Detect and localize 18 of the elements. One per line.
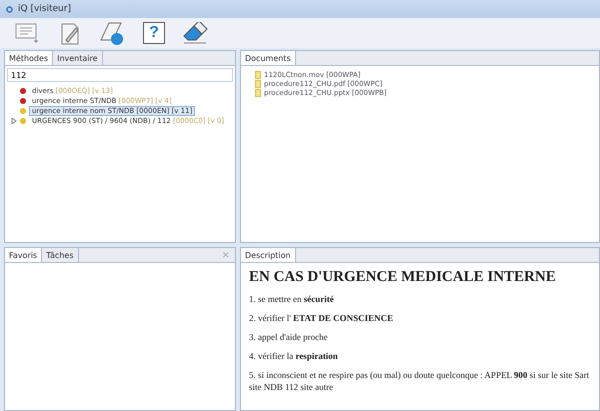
note-add-icon [15, 22, 41, 44]
search-field[interactable]: 112 [7, 68, 233, 82]
panel-tab[interactable]: Description [241, 248, 296, 262]
expand-arrow-icon[interactable] [11, 118, 17, 124]
document-paragraph: 4. vérifier la respiration [249, 351, 338, 362]
help-button[interactable]: ? [140, 19, 168, 47]
panel-tab[interactable]: Méthodes [5, 51, 54, 65]
document-paragraph: site NDB 112 site autre [249, 382, 334, 393]
document-paragraph: 2. vérifier l' ETAT DE CONSCIENCE [249, 313, 394, 324]
eraser-icon [182, 22, 210, 44]
panel-tab[interactable]: Documents [241, 51, 296, 65]
panel-tab[interactable]: Favoris [5, 248, 42, 262]
document-paragraph: 3. appel d'aide proche [249, 332, 328, 343]
document-heading: EN CAS D'URGENCE MEDICALE INTERNE [249, 269, 557, 286]
app-icon [6, 6, 13, 12]
window-title: iQ [visiteur] [18, 4, 71, 14]
document-paragraph: 5. si inconscient et ne respire pas (ou mal) ou doute quelconque : APPEL 900 si sur le site Sart [249, 370, 590, 381]
document-paragraph: 1. se mettre en sécurité [249, 294, 334, 305]
